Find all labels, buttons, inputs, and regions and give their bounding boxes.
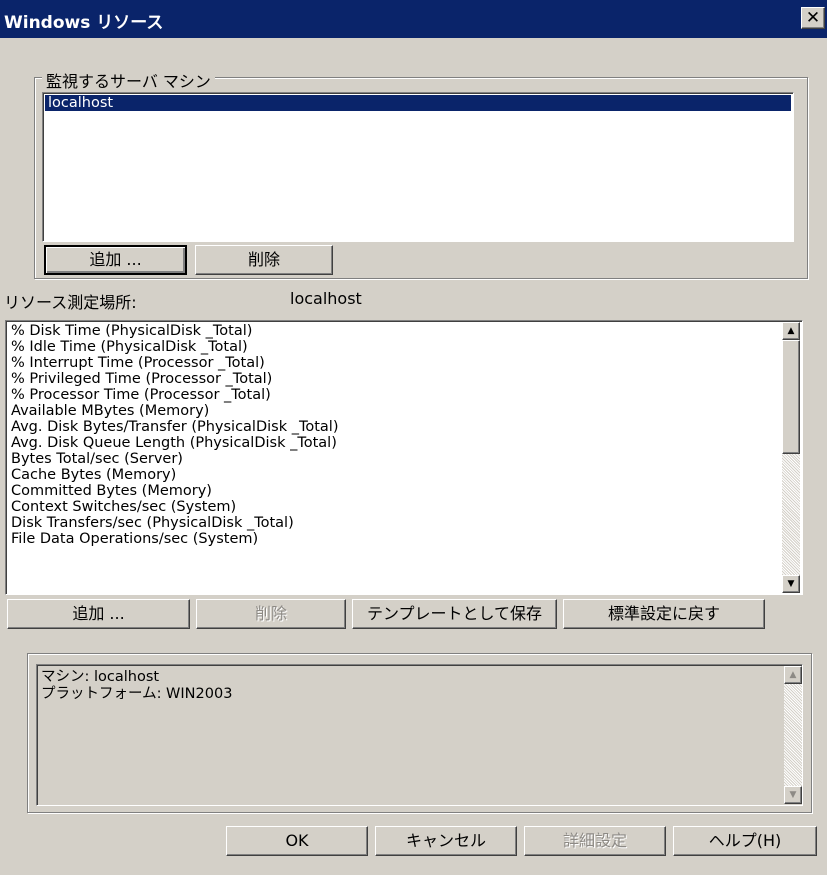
measure-location-label: リソース測定場所:: [4, 293, 137, 312]
counter-list-item[interactable]: Committed Bytes (Memory): [8, 483, 778, 499]
info-scroll-down-icon: ▼: [784, 786, 802, 804]
delete-server-button[interactable]: 削除: [195, 245, 333, 275]
counter-list-item[interactable]: Disk Transfers/sec (PhysicalDisk _Total): [8, 515, 778, 531]
server-list-item[interactable]: localhost: [45, 95, 791, 111]
save-template-button[interactable]: テンプレートとして保存: [352, 599, 557, 629]
info-line: マシン: localhost: [41, 669, 160, 685]
window-title: Windows リソース: [4, 13, 164, 33]
counter-list-item[interactable]: File Data Operations/sec (System): [8, 531, 778, 547]
counter-list-item[interactable]: % Idle Time (PhysicalDisk _Total): [8, 339, 778, 355]
help-button[interactable]: ヘルプ(H): [673, 826, 817, 856]
counter-list-item[interactable]: Cache Bytes (Memory): [8, 467, 778, 483]
counter-list-item[interactable]: % Privileged Time (Processor _Total): [8, 371, 778, 387]
cancel-button[interactable]: キャンセル: [375, 826, 517, 856]
scroll-thumb[interactable]: [782, 340, 800, 454]
scroll-up-icon[interactable]: ▲: [782, 322, 800, 340]
add-server-button[interactable]: 追加 ...: [44, 245, 187, 275]
scroll-down-icon[interactable]: ▼: [782, 575, 800, 593]
info-line: プラットフォーム: WIN2003: [41, 686, 233, 702]
server-group-label: 監視するサーバ マシン: [42, 68, 215, 92]
server-list[interactable]: localhost: [42, 92, 794, 242]
counter-list-item[interactable]: % Disk Time (PhysicalDisk _Total): [8, 323, 778, 339]
measure-location-value: localhost: [290, 289, 362, 308]
title-bar: Windows リソース ✕: [0, 0, 827, 38]
add-counter-button[interactable]: 追加 ...: [7, 599, 190, 629]
counter-list[interactable]: % Disk Time (PhysicalDisk _Total)% Idle …: [5, 320, 803, 595]
ok-button[interactable]: OK: [226, 826, 368, 856]
info-text-area: マシン: localhost プラットフォーム: WIN2003: [36, 664, 803, 806]
reset-defaults-button[interactable]: 標準設定に戻す: [563, 599, 765, 629]
counter-list-item[interactable]: Available MBytes (Memory): [8, 403, 778, 419]
counter-list-item[interactable]: Context Switches/sec (System): [8, 499, 778, 515]
counter-scrollbar[interactable]: ▲ ▼: [782, 322, 800, 593]
close-button[interactable]: ✕: [801, 7, 825, 29]
counter-list-item[interactable]: % Processor Time (Processor _Total): [8, 387, 778, 403]
info-scrollbar: ▲ ▼: [784, 666, 802, 804]
counter-list-item[interactable]: Bytes Total/sec (Server): [8, 451, 778, 467]
counter-list-item[interactable]: Avg. Disk Queue Length (PhysicalDisk _To…: [8, 435, 778, 451]
counter-list-item[interactable]: Avg. Disk Bytes/Transfer (PhysicalDisk _…: [8, 419, 778, 435]
advanced-settings-button[interactable]: 詳細設定: [524, 826, 666, 856]
counter-list-item[interactable]: % Interrupt Time (Processor _Total): [8, 355, 778, 371]
info-scroll-up-icon: ▲: [784, 666, 802, 684]
delete-counter-button[interactable]: 削除: [196, 599, 346, 629]
